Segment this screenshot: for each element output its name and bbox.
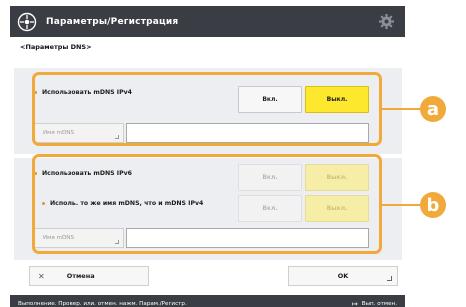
corner-arrow-icon xyxy=(387,276,392,281)
gear-icon[interactable] xyxy=(378,13,395,30)
title-bar: Параметры/Регистрация xyxy=(10,6,405,37)
page-title: Параметры/Регистрация xyxy=(46,16,179,27)
callout-line-a xyxy=(382,108,422,110)
settings-wheel-icon xyxy=(16,11,38,33)
ok-label: OK xyxy=(337,272,349,280)
highlight-frame-a xyxy=(32,72,382,146)
arrow-icon: ↦ xyxy=(351,300,358,307)
breadcrumb: <Параметры DNS> xyxy=(20,43,92,51)
cancel-button[interactable]: ✕ Отмена xyxy=(29,266,149,286)
callout-b: b xyxy=(420,192,446,218)
close-icon: ✕ xyxy=(38,271,45,281)
ok-button[interactable]: OK xyxy=(288,266,398,286)
status-monitor-button[interactable]: ↦ Вып. отмен. xyxy=(352,300,397,307)
cancel-label: Отмена xyxy=(66,272,95,280)
status-bar: Выполнение. Провер. или. отмен. нажм. Па… xyxy=(10,295,405,307)
callout-a: a xyxy=(420,96,446,122)
highlight-frame-b xyxy=(32,154,382,254)
status-monitor-label: Вып. отмен. xyxy=(361,301,397,307)
status-message: Выполнение. Провер. или. отмен. нажм. Па… xyxy=(18,301,187,307)
callout-line-b xyxy=(382,204,422,206)
